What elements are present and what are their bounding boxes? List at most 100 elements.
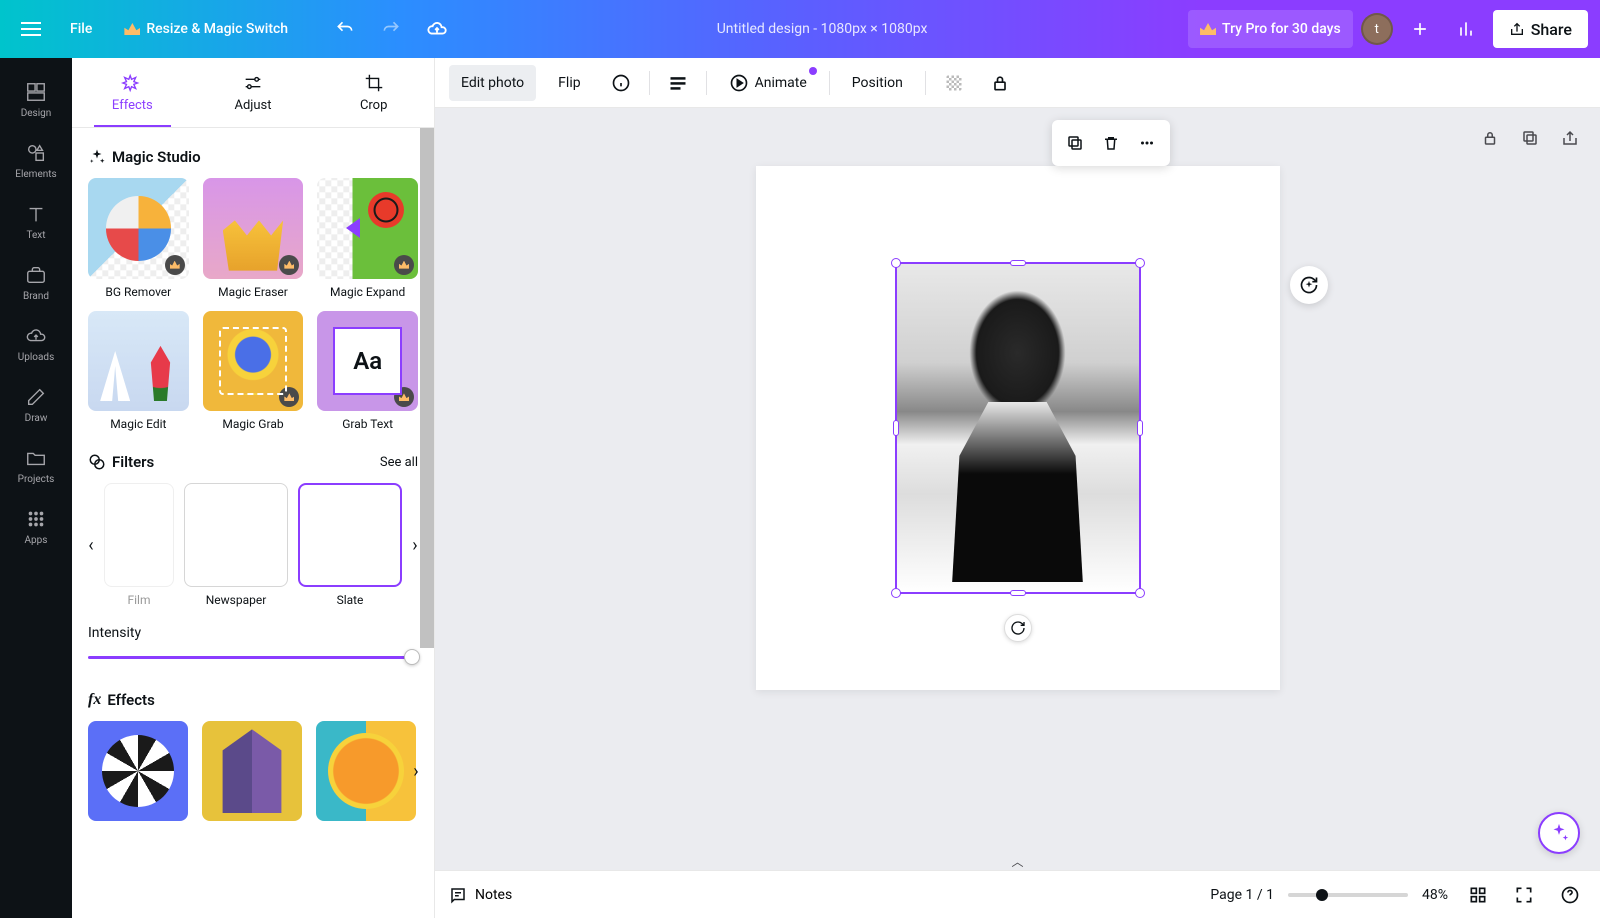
tool-magic-expand[interactable]: Magic Expand bbox=[317, 178, 418, 299]
tool-magic-grab[interactable]: Magic Grab bbox=[203, 311, 304, 432]
alignment-button[interactable] bbox=[660, 65, 696, 101]
canvas-area: Edit photo Flip Animate Position bbox=[435, 58, 1600, 918]
animate-button[interactable]: Animate bbox=[717, 65, 819, 101]
effect-thumb-3[interactable] bbox=[316, 721, 416, 821]
delete-element[interactable] bbox=[1094, 126, 1128, 160]
nav-design[interactable]: Design bbox=[0, 72, 72, 127]
document-title[interactable]: Untitled design - 1080px × 1080px bbox=[464, 21, 1180, 37]
redo-button[interactable] bbox=[372, 10, 410, 48]
page-indicator[interactable]: Page 1 / 1 bbox=[1210, 887, 1274, 903]
canvas-stage[interactable] bbox=[435, 108, 1600, 854]
resize-handle-bl[interactable] bbox=[891, 588, 901, 598]
nav-brand[interactable]: Brand bbox=[0, 255, 72, 310]
side-panel: Effects Adjust Crop Magic Studio BG Remo… bbox=[72, 58, 435, 918]
resize-handle-r[interactable] bbox=[1137, 420, 1143, 436]
brand-icon bbox=[24, 263, 48, 287]
pro-badge-icon bbox=[394, 255, 414, 275]
filter-newspaper[interactable]: Newspaper bbox=[184, 483, 288, 607]
resize-handle-tl[interactable] bbox=[891, 258, 901, 268]
tool-bg-remover[interactable]: BG Remover bbox=[88, 178, 189, 299]
side-panel-body: Magic Studio BG Remover Magic Eraser Mag… bbox=[72, 128, 434, 918]
tab-crop[interactable]: Crop bbox=[313, 58, 434, 127]
notes-button[interactable]: Notes bbox=[475, 887, 512, 903]
uploads-icon bbox=[24, 324, 48, 348]
collapse-page-strip[interactable]: ︿ bbox=[1011, 853, 1023, 870]
effects-icon bbox=[121, 72, 143, 94]
side-panel-tabs: Effects Adjust Crop bbox=[72, 58, 434, 128]
effect-thumb-2[interactable] bbox=[202, 721, 302, 821]
resize-handle-l[interactable] bbox=[893, 420, 899, 436]
nav-projects[interactable]: Projects bbox=[0, 438, 72, 493]
selected-photo[interactable] bbox=[895, 262, 1141, 594]
nav-uploads[interactable]: Uploads bbox=[0, 316, 72, 371]
notes-icon bbox=[449, 886, 467, 904]
more-element-options[interactable] bbox=[1130, 126, 1164, 160]
magic-studio-heading: Magic Studio bbox=[88, 148, 418, 166]
insights-button[interactable] bbox=[1447, 10, 1485, 48]
position-button[interactable]: Position bbox=[840, 65, 915, 101]
page-lock[interactable] bbox=[1474, 122, 1506, 154]
filters-see-all[interactable]: See all bbox=[380, 455, 418, 470]
file-menu[interactable]: File bbox=[58, 10, 104, 48]
menu-button[interactable] bbox=[12, 10, 50, 48]
intensity-slider[interactable] bbox=[88, 647, 418, 667]
effect-thumb-1[interactable] bbox=[88, 721, 188, 821]
resize-magic-switch[interactable]: Resize & Magic Switch bbox=[112, 10, 300, 48]
filter-slate[interactable]: Slate bbox=[298, 483, 402, 607]
nav-elements[interactable]: Elements bbox=[0, 133, 72, 188]
cloud-sync-icon[interactable] bbox=[418, 10, 456, 48]
side-panel-scrollbar[interactable] bbox=[420, 128, 434, 648]
tool-grab-text[interactable]: Grab Text bbox=[317, 311, 418, 432]
resize-handle-b[interactable] bbox=[1010, 590, 1026, 596]
try-pro-button[interactable]: Try Pro for 30 days bbox=[1188, 10, 1353, 48]
info-button[interactable] bbox=[603, 65, 639, 101]
resize-handle-t[interactable] bbox=[1010, 260, 1026, 266]
page-export[interactable] bbox=[1554, 122, 1586, 154]
create-design-button[interactable] bbox=[1401, 10, 1439, 48]
tool-magic-edit[interactable]: Magic Edit bbox=[88, 311, 189, 432]
tab-effects[interactable]: Effects bbox=[72, 58, 193, 127]
magic-edit-thumb bbox=[88, 311, 189, 412]
share-button[interactable]: Share bbox=[1493, 10, 1588, 48]
resize-handle-tr[interactable] bbox=[1135, 258, 1145, 268]
zoom-slider[interactable] bbox=[1288, 893, 1408, 897]
effects-row: › bbox=[88, 721, 418, 821]
nav-apps[interactable]: Apps bbox=[0, 499, 72, 554]
fullscreen-button[interactable] bbox=[1508, 879, 1540, 911]
assistant-fab[interactable] bbox=[1538, 812, 1580, 854]
page-duplicate[interactable] bbox=[1514, 122, 1546, 154]
bottom-bar: Notes Page 1 / 1 48% bbox=[435, 870, 1600, 918]
filters-icon bbox=[88, 453, 106, 471]
animate-icon bbox=[729, 73, 749, 93]
grid-view-button[interactable] bbox=[1462, 879, 1494, 911]
edit-photo-button[interactable]: Edit photo bbox=[449, 65, 536, 101]
adjust-icon bbox=[242, 72, 264, 94]
apps-icon bbox=[24, 507, 48, 531]
filter-film[interactable]: Film bbox=[104, 483, 174, 607]
transparency-button[interactable] bbox=[936, 65, 972, 101]
effects-next[interactable]: › bbox=[406, 761, 426, 781]
crown-icon bbox=[124, 23, 140, 35]
rotate-handle[interactable] bbox=[1004, 614, 1032, 642]
object-panel-nav: Design Elements Text Brand Uploads Draw … bbox=[0, 58, 72, 918]
filters-prev[interactable]: ‹ bbox=[88, 535, 94, 555]
tool-magic-eraser[interactable]: Magic Eraser bbox=[203, 178, 304, 299]
help-button[interactable] bbox=[1554, 879, 1586, 911]
user-avatar[interactable]: t bbox=[1361, 13, 1393, 45]
crop-icon bbox=[363, 72, 385, 94]
magic-eraser-thumb bbox=[203, 178, 304, 279]
resize-handle-br[interactable] bbox=[1135, 588, 1145, 598]
undo-button[interactable] bbox=[326, 10, 364, 48]
zoom-level[interactable]: 48% bbox=[1422, 887, 1448, 903]
flip-button[interactable]: Flip bbox=[546, 65, 592, 101]
lock-button[interactable] bbox=[982, 65, 1018, 101]
design-page[interactable] bbox=[756, 166, 1280, 690]
share-label: Share bbox=[1531, 20, 1572, 39]
filters-next[interactable]: › bbox=[412, 535, 418, 555]
photo-content bbox=[897, 264, 1139, 592]
duplicate-element[interactable] bbox=[1058, 126, 1092, 160]
nav-draw[interactable]: Draw bbox=[0, 377, 72, 432]
nav-text[interactable]: Text bbox=[0, 194, 72, 249]
regenerate-button[interactable] bbox=[1290, 266, 1328, 304]
tab-adjust[interactable]: Adjust bbox=[193, 58, 314, 127]
